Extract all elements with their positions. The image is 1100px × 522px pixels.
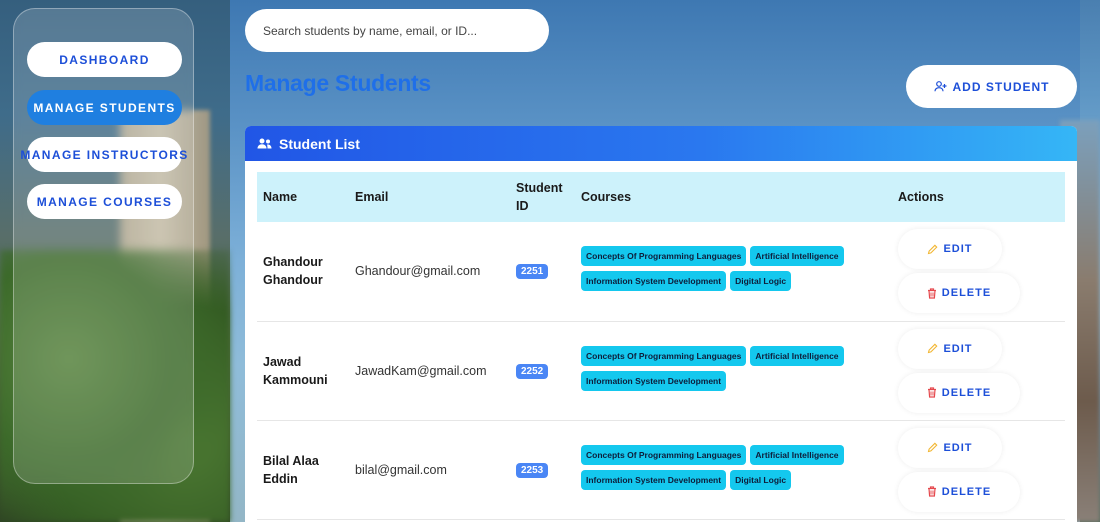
student-name-line1: Ghandour [263,255,323,270]
course-badge: Artificial Intelligence [750,345,844,366]
search-input[interactable] [245,9,549,52]
student-list-title: Student List [279,135,360,152]
sidebar-item-manage-students[interactable]: MANAGE STUDENTS [27,90,182,125]
user-plus-icon [933,81,947,92]
student-email: Ghandour@gmail.com [349,222,510,322]
edit-button[interactable]: EDIT [898,229,1002,270]
student-list-card: Student List Name Email Student ID Cours… [245,126,1077,522]
courses-cell: Concepts Of Programming Languages Artific… [575,222,892,322]
trash-icon [927,288,937,299]
student-name-line2: Ghandour [263,273,323,288]
courses-cell: Concepts Of Programming Languages Artific… [575,321,892,421]
actions-cell: EDIT DELETE [892,222,1065,322]
column-courses: Courses [575,172,892,222]
pencil-icon [927,343,938,354]
column-student-id: Student ID [510,172,575,222]
student-name-line1: Bilal Alaa [263,453,319,468]
student-id-cell: 2252 [510,321,575,421]
delete-button[interactable]: DELETE [898,273,1020,314]
column-student-id-label: Student ID [516,181,563,213]
trash-icon [927,387,937,398]
delete-label: DELETE [941,485,992,498]
courses-cell: Concepts Of Programming Languages Artific… [575,420,892,520]
student-name-line2: Kammouni [263,372,328,387]
pencil-icon [927,442,938,453]
course-badge: Information System Development [581,271,727,292]
delete-label: DELETE [941,287,992,300]
column-actions: Actions [892,172,1065,222]
add-student-label: ADD STUDENT [952,79,1050,94]
table-header-row: Name Email Student ID Courses Actions [257,172,1065,222]
student-name-line2: Eddin [263,471,298,486]
student-name-line1: Jawad [263,354,302,369]
pencil-icon [927,244,938,255]
actions-cell: EDIT DELETE [892,420,1065,520]
course-badge: Concepts Of Programming Languages [581,444,747,465]
edit-label: EDIT [943,342,973,355]
sidebar: DASHBOARD MANAGE STUDENTS MANAGE INSTRUC… [13,8,194,484]
table-row: Ghandour Ghandour Ghandour@gmail.com 225… [257,222,1065,322]
actions-cell: EDIT DELETE [892,321,1065,421]
column-name: Name [257,172,349,222]
edit-button[interactable]: EDIT [898,427,1002,468]
student-id-badge: 2252 [516,363,549,379]
student-email: JawadKam@gmail.com [349,321,510,421]
course-badge: Artificial Intelligence [750,246,844,267]
student-name: Ghandour Ghandour [257,222,349,322]
add-student-button[interactable]: ADD STUDENT [906,65,1077,108]
course-badge: Digital Logic [730,469,792,490]
course-badge: Concepts Of Programming Languages [581,345,747,366]
course-badge: Information System Development [581,370,727,391]
course-badge: Artificial Intelligence [750,444,844,465]
table-row: Jawad Kammouni JawadKam@gmail.com 2252 C… [257,321,1065,421]
page-title: Manage Students [245,70,431,96]
student-name: Bilal Alaa Eddin [257,420,349,520]
edit-label: EDIT [943,243,973,256]
sidebar-item-dashboard[interactable]: DASHBOARD [27,42,182,77]
trash-icon [927,486,937,497]
course-badge: Concepts Of Programming Languages [581,246,747,267]
course-badge: Digital Logic [730,271,792,292]
sidebar-item-manage-courses[interactable]: MANAGE COURSES [27,184,182,219]
student-list-header: Student List [245,126,1077,161]
student-email: bilal@gmail.com [349,420,510,520]
edit-button[interactable]: EDIT [898,328,1002,369]
student-id-cell: 2253 [510,420,575,520]
delete-label: DELETE [941,386,992,399]
table-row: Bilal Alaa Eddin bilal@gmail.com 2253 Co… [257,420,1065,520]
student-id-badge: 2251 [516,264,549,280]
students-table: Name Email Student ID Courses Actions Gh… [257,172,1065,520]
student-name: Jawad Kammouni [257,321,349,421]
edit-label: EDIT [943,441,973,454]
users-icon [257,138,272,149]
student-id-cell: 2251 [510,222,575,322]
sidebar-item-manage-instructors[interactable]: MANAGE INSTRUCTORS [20,137,187,172]
column-email: Email [349,172,510,222]
student-id-badge: 2253 [516,462,549,478]
delete-button[interactable]: DELETE [898,372,1020,413]
course-badge: Information System Development [581,469,727,490]
delete-button[interactable]: DELETE [898,471,1020,512]
